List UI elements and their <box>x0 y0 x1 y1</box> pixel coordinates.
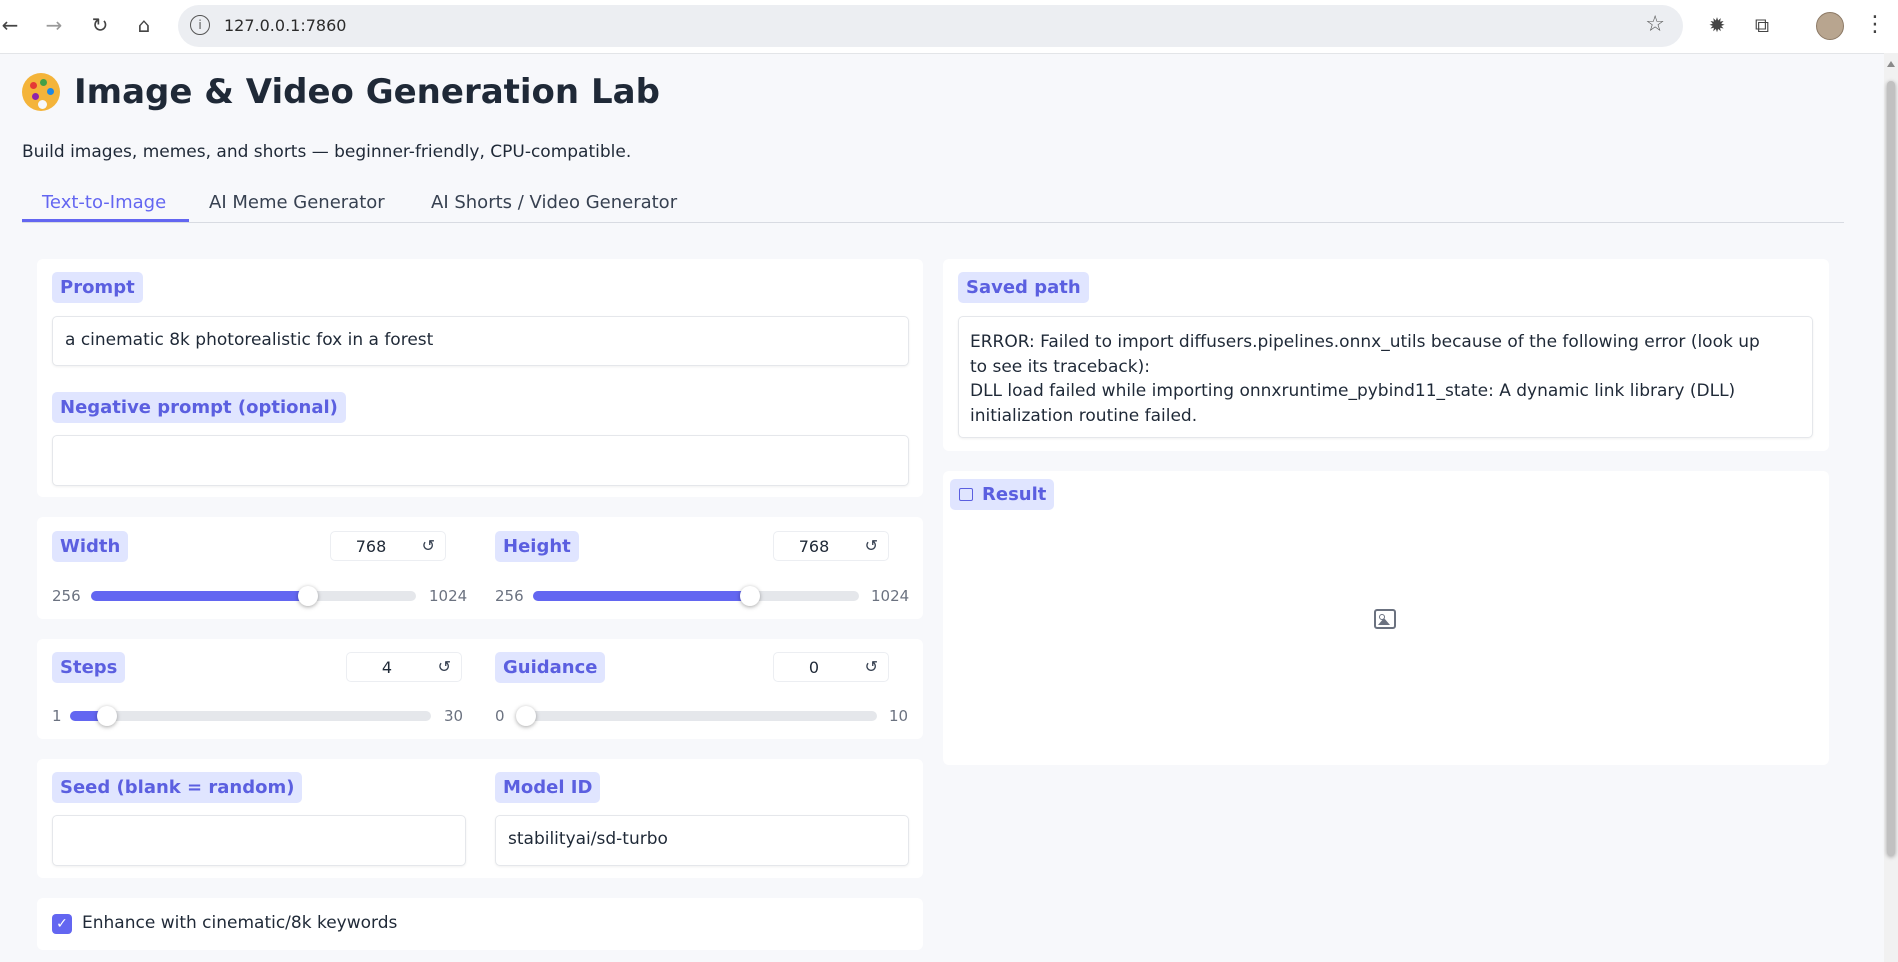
steps-max: 30 <box>444 707 464 725</box>
height-label: Height <box>495 531 579 562</box>
tab-text-to-image[interactable]: Text-to-Image <box>42 192 166 213</box>
guidance-slider[interactable] <box>516 706 877 726</box>
page-scrollbar[interactable] <box>1884 53 1898 962</box>
seed-input[interactable] <box>52 815 466 866</box>
image-icon <box>959 488 973 501</box>
guidance-min: 0 <box>495 707 505 725</box>
saved-path-label: Saved path <box>958 272 1089 303</box>
browser-toolbar: ← → ↻ ⌂ i 127.0.0.1:7860 ☆ ✹ ⧉ ⋮ <box>0 0 1898 54</box>
height-min: 256 <box>495 587 524 605</box>
height-max: 1024 <box>871 587 910 605</box>
palette-icon <box>22 73 60 111</box>
steps-number-input[interactable]: 4 ↺ <box>346 652 462 682</box>
site-info-icon[interactable]: i <box>190 15 210 35</box>
tab-video-generator[interactable]: AI Shorts / Video Generator <box>431 192 677 213</box>
enhance-label[interactable]: Enhance with cinematic/8k keywords <box>82 913 397 933</box>
address-bar[interactable]: i 127.0.0.1:7860 ☆ <box>178 5 1683 47</box>
guidance-number-input[interactable]: 0 ↺ <box>773 652 889 682</box>
result-label-text: Result <box>982 484 1047 505</box>
steps-slider[interactable] <box>70 706 431 726</box>
height-value[interactable]: 768 <box>774 537 854 556</box>
width-number-input[interactable]: 768 ↺ <box>330 531 446 561</box>
width-value[interactable]: 768 <box>331 537 411 556</box>
bookmark-star-icon[interactable]: ☆ <box>1645 12 1665 37</box>
home-icon[interactable]: ⌂ <box>131 12 157 38</box>
forward-icon[interactable]: → <box>41 12 67 38</box>
prompt-label: Prompt <box>52 272 143 303</box>
guidance-max: 10 <box>889 707 909 725</box>
scroll-up-icon[interactable] <box>1887 61 1895 67</box>
error-line: to see its traceback): <box>970 356 1150 377</box>
width-max: 1024 <box>429 587 468 605</box>
saved-path-error-text: ERROR: Failed to import diffusers.pipeli… <box>970 330 1800 428</box>
height-slider[interactable] <box>533 586 859 606</box>
extension-gear-icon[interactable]: ✹ <box>1703 11 1731 39</box>
guidance-slider-thumb[interactable] <box>516 706 536 726</box>
error-line: DLL load failed while importing onnxrunt… <box>970 381 1736 401</box>
menu-dots-icon[interactable]: ⋮ <box>1864 12 1886 37</box>
height-slider-fill <box>533 591 751 601</box>
width-min: 256 <box>52 587 81 605</box>
enhance-checkbox[interactable]: ✓ <box>52 914 72 934</box>
steps-reset-icon[interactable]: ↺ <box>438 657 451 676</box>
result-label: Result <box>950 479 1055 510</box>
tab-bar: Text-to-Image AI Meme Generator AI Short… <box>22 185 1844 223</box>
width-slider-thumb[interactable] <box>297 586 318 606</box>
guidance-label: Guidance <box>495 652 606 683</box>
width-slider-fill <box>91 591 308 601</box>
steps-min: 1 <box>52 707 62 725</box>
model-id-label: Model ID <box>495 772 601 803</box>
height-number-input[interactable]: 768 ↺ <box>773 531 889 561</box>
page-title: Image & Video Generation Lab <box>22 72 660 112</box>
profile-avatar[interactable] <box>1816 12 1844 40</box>
prompt-input[interactable]: a cinematic 8k photorealistic fox in a f… <box>52 316 909 366</box>
width-slider[interactable] <box>91 586 416 606</box>
width-reset-icon[interactable]: ↺ <box>422 536 435 555</box>
app-subtitle: Build images, memes, and shorts — beginn… <box>22 142 632 162</box>
error-line: ERROR: Failed to import diffusers.pipeli… <box>970 332 1760 352</box>
extension-puzzle-icon[interactable]: ⧉ <box>1748 11 1776 39</box>
reload-icon[interactable]: ↻ <box>87 12 113 38</box>
negative-prompt-input[interactable] <box>52 435 909 486</box>
active-tab-indicator <box>22 219 189 222</box>
tab-meme-generator[interactable]: AI Meme Generator <box>209 192 385 213</box>
url-text[interactable]: 127.0.0.1:7860 <box>224 16 346 35</box>
model-id-input[interactable]: stabilityai/sd-turbo <box>495 815 909 866</box>
steps-label: Steps <box>52 652 126 683</box>
app-title: Image & Video Generation Lab <box>74 72 660 112</box>
negative-prompt-label: Negative prompt (optional) <box>52 392 346 423</box>
guidance-reset-icon[interactable]: ↺ <box>865 657 878 676</box>
steps-value[interactable]: 4 <box>347 658 427 677</box>
guidance-value[interactable]: 0 <box>774 658 854 677</box>
width-label: Width <box>52 531 129 562</box>
height-reset-icon[interactable]: ↺ <box>865 536 878 555</box>
scrollbar-thumb[interactable] <box>1887 81 1895 856</box>
seed-label: Seed (blank = random) <box>52 772 303 803</box>
back-icon[interactable]: ← <box>0 12 23 38</box>
image-placeholder-icon <box>1374 609 1396 629</box>
error-line: initialization routine failed. <box>970 405 1198 426</box>
